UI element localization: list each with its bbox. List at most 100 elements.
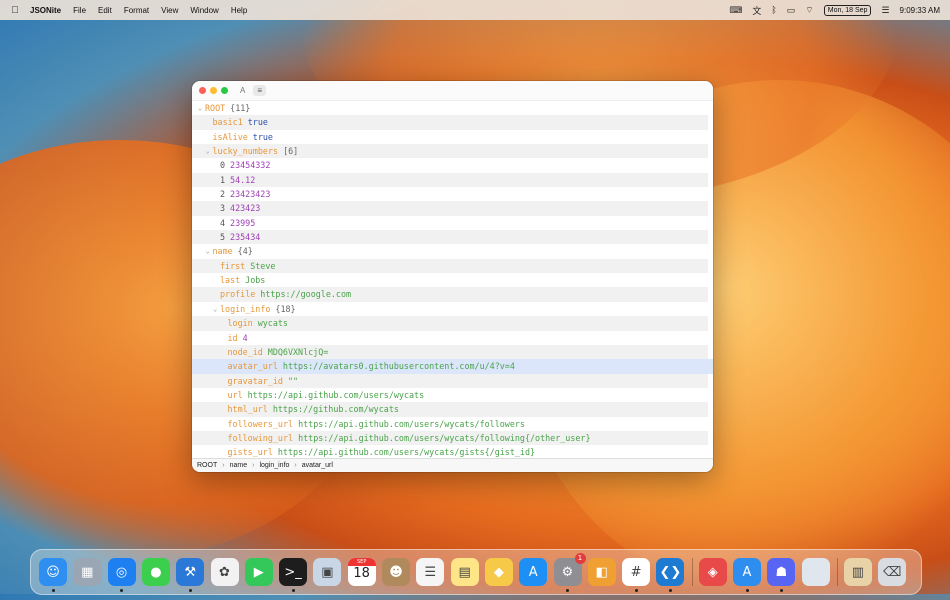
blank-app-icon[interactable]: [801, 558, 830, 586]
vscode-icon[interactable]: ❮❯: [656, 558, 685, 586]
running-indicator: [291, 589, 295, 592]
tree-row[interactable]: following_url https://api.github.com/user…: [192, 430, 708, 446]
json-tree: ⌄ ROOT {11} basic1 true isAlive true ⌄ lucky_num…: [192, 101, 713, 460]
date-display[interactable]: Mon, 18 Sep: [823, 4, 872, 16]
disclosure-chevron-icon[interactable]: ⌄: [206, 144, 213, 158]
menu-file[interactable]: File: [67, 6, 92, 15]
tree-row[interactable]: isAlive true: [192, 130, 708, 144]
safari-icon[interactable]: ◎: [107, 558, 136, 586]
json-value: https://github.com/wycats: [272, 404, 399, 415]
disclosure-chevron-icon[interactable]: ⌄: [198, 101, 205, 115]
minimize-window-button[interactable]: [210, 87, 217, 94]
tree-row[interactable]: 1 54.12: [192, 172, 708, 188]
launchpad-icon[interactable]: ▦: [73, 558, 102, 586]
trash-icon[interactable]: ⌫: [878, 558, 907, 586]
tree-row[interactable]: id 4: [192, 331, 708, 345]
tree-row[interactable]: gravatar_id "": [192, 373, 708, 388]
json-key: node_id: [227, 346, 263, 357]
tree-row[interactable]: basic1 true: [192, 115, 708, 130]
app-store-icon[interactable]: A: [519, 558, 548, 586]
system-settings-icon[interactable]: ⚙ 1: [553, 553, 586, 586]
breadcrumb-item[interactable]: ROOT: [197, 462, 217, 469]
wifi-icon[interactable]: ⌔: [805, 5, 813, 16]
json-value: https://api.github.com/users/wycats: [247, 389, 425, 400]
menu-view[interactable]: View: [155, 6, 184, 15]
sketch-icon[interactable]: ◆: [484, 558, 513, 586]
menu-bar:  JSONite File Edit Format View Window H…: [0, 0, 950, 20]
notification-badge: 1: [574, 553, 586, 564]
finder-icon[interactable]: ☺: [39, 558, 67, 586]
terminal-icon[interactable]: >_: [279, 558, 308, 586]
disclosure-chevron-icon[interactable]: ⌄: [213, 302, 220, 316]
messages-icon[interactable]: ●: [141, 558, 170, 586]
menu-help[interactable]: Help: [225, 6, 253, 15]
screens-icon[interactable]: ◧: [587, 558, 616, 586]
close-window-button[interactable]: [199, 87, 206, 94]
discord-icon[interactable]: ☗: [767, 558, 796, 586]
photos-icon[interactable]: ✿: [210, 558, 239, 586]
array-index: 5: [220, 232, 226, 243]
bluetooth-icon[interactable]: ᛒ: [771, 5, 776, 15]
facetime-icon[interactable]: ▶: [244, 558, 273, 586]
tree-row[interactable]: 0 23454332: [192, 158, 708, 172]
dock-glyph: ⌫: [882, 564, 902, 580]
font-size-icon[interactable]: A: [240, 86, 245, 95]
tree-row[interactable]: ⌄ ROOT {11}: [192, 101, 708, 115]
battery-icon[interactable]: ▭: [787, 5, 796, 16]
menu-window[interactable]: Window: [184, 6, 224, 15]
tree-row[interactable]: node_id MDQ6VXNlcjQ=: [192, 344, 708, 360]
dock-glyph: ⚙: [561, 564, 574, 580]
breadcrumb-item[interactable]: avatar_url: [302, 462, 333, 469]
breadcrumb-separator: ›: [222, 462, 225, 469]
json-value: 54.12: [230, 174, 256, 185]
dock-glyph: ◎: [115, 564, 128, 580]
tree-row[interactable]: ⌄ name {4}: [192, 244, 708, 258]
tree-row[interactable]: url https://api.github.com/users/wycats: [192, 388, 708, 402]
json-key: html_url: [227, 404, 268, 415]
tree-row[interactable]: last Jobs: [192, 273, 708, 287]
contacts-icon[interactable]: ☻: [382, 558, 410, 586]
app-store-2-icon[interactable]: A: [733, 558, 761, 586]
child-count: {11}: [230, 103, 251, 113]
json-key: avatar_url: [227, 361, 278, 372]
notes-icon[interactable]: ▤: [450, 558, 479, 586]
tree-row[interactable]: 2 23423423: [192, 187, 708, 201]
calendar-icon[interactable]: SEP 18: [347, 558, 376, 586]
menu-format[interactable]: Format: [118, 6, 155, 15]
tree-row[interactable]: profile https://google.com: [192, 287, 708, 302]
breadcrumb-item[interactable]: login_info: [259, 462, 289, 469]
keyboard-input-icon[interactable]: ⌨: [729, 5, 742, 16]
translate-icon[interactable]: 文: [752, 4, 761, 17]
dock-glyph: ✿: [219, 564, 230, 580]
slack-icon[interactable]: #: [622, 558, 651, 586]
tree-row[interactable]: avatar_url https://avatars0.githubusercon…: [192, 359, 713, 374]
zoom-window-button[interactable]: [221, 87, 228, 94]
json-key: login: [227, 318, 253, 329]
control-center-icon[interactable]: ☰: [881, 5, 889, 16]
array-index: 1: [220, 174, 226, 185]
tree-row[interactable]: ⌄ lucky_numbers [6]: [192, 144, 708, 159]
json-key: followers_url: [227, 418, 294, 429]
tree-row[interactable]: first Steve: [192, 258, 708, 274]
app-menu[interactable]: JSONite: [30, 6, 67, 15]
preview-icon[interactable]: ▣: [313, 558, 342, 586]
git-icon[interactable]: ◈: [698, 558, 727, 586]
menu-edit[interactable]: Edit: [92, 6, 118, 15]
tree-row[interactable]: 3 423423: [192, 201, 708, 216]
tree-row[interactable]: ⌄ login_info {18}: [192, 302, 708, 316]
tree-row[interactable]: 5 235434: [192, 230, 708, 245]
tree-row[interactable]: html_url https://github.com/wycats: [192, 402, 708, 417]
tree-row[interactable]: followers_url https://api.github.com/user…: [192, 417, 708, 431]
downloads-stack-icon[interactable]: ▥: [843, 558, 872, 586]
running-indicator: [120, 589, 124, 592]
clock[interactable]: 9:09:33 AM: [900, 6, 940, 15]
json-key: basic1: [212, 117, 243, 128]
tree-view-icon[interactable]: ≡: [253, 85, 267, 96]
reminders-icon[interactable]: ☰: [416, 558, 445, 586]
apple-logo-icon[interactable]: : [0, 5, 30, 16]
xcode-icon[interactable]: ⚒: [176, 558, 205, 586]
tree-row[interactable]: login wycats: [192, 316, 708, 331]
disclosure-chevron-icon[interactable]: ⌄: [206, 244, 213, 258]
tree-row[interactable]: 4 23995: [192, 216, 708, 230]
breadcrumb-item[interactable]: name: [230, 462, 248, 469]
